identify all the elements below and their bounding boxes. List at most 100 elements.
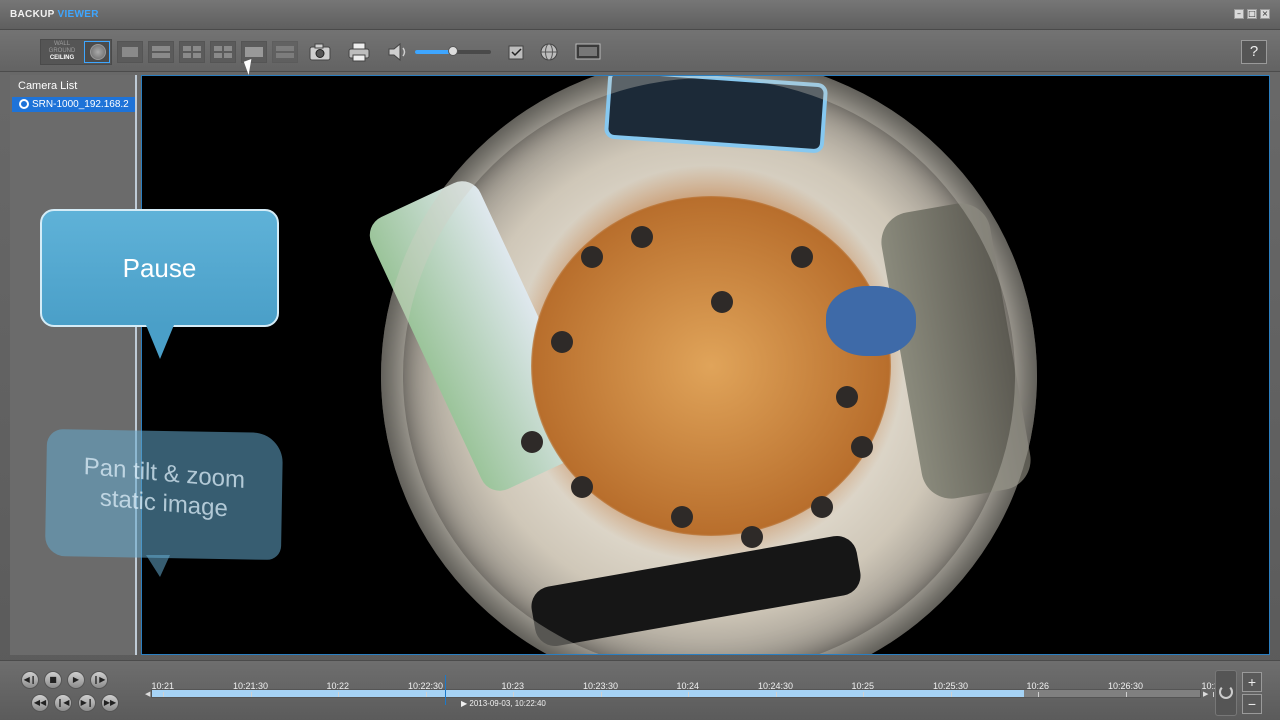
printer-icon <box>348 42 370 62</box>
layout-quad-alt-icon-part <box>224 46 232 51</box>
ptz-callout-tail <box>146 555 170 577</box>
title-bar: BACKUP VIEWER – □ × <box>0 0 1280 30</box>
app-title-main: BACKUP <box>10 9 55 20</box>
timeline-tick-label: 10:25:30 <box>933 681 969 691</box>
timeline-tick-mark <box>425 692 427 697</box>
layout-quad-icon-part <box>183 53 191 58</box>
stop-icon[interactable]: ■ <box>44 671 62 689</box>
layout-single-button[interactable] <box>117 41 143 63</box>
app-title: BACKUP VIEWER <box>10 9 99 20</box>
timeline-tick-mark <box>1038 692 1039 697</box>
timeline-tick-mark <box>1213 692 1214 697</box>
timeline-tick-label: 10:23:30 <box>583 681 619 691</box>
timeline-right-arrow-icon[interactable]: ▶ <box>1203 690 1208 698</box>
zoom-out-button[interactable]: − <box>1242 694 1262 714</box>
fast-forward-icon[interactable]: ▶▶ <box>101 694 119 712</box>
layout-dual-icon-part <box>152 53 170 58</box>
layout-double-panorama-icon <box>276 46 294 51</box>
layout-quad-button[interactable] <box>179 41 205 63</box>
print-button[interactable] <box>346 41 372 63</box>
dewarp-button[interactable] <box>536 41 562 63</box>
view-mode-selector[interactable]: WALL GROUND CEILING <box>40 39 112 65</box>
timeline-tick-label: 10:24:30 <box>758 681 794 691</box>
close-icon[interactable]: × <box>1260 9 1270 19</box>
timeline-current-time: ▶ 2013-09-03, 10:22:40 <box>461 699 546 708</box>
timeline-tick-label: 10:26 <box>1026 681 1050 691</box>
view-mode-ceiling[interactable]: CEILING <box>43 55 81 62</box>
ptz-callout: Pan tilt & zoom static image <box>44 428 284 561</box>
pause-callout-text: Pause <box>122 253 197 283</box>
timeline-left-arrow-icon[interactable]: ◀ <box>145 690 150 698</box>
timeline-tick-mark <box>950 692 952 697</box>
fullscreen-button[interactable] <box>574 41 602 63</box>
timeline-tick-mark <box>775 692 777 697</box>
timeline[interactable]: 10:21 10:21:30 10:22 10:22:30 10:23 10:23:30 1… <box>151 675 1224 711</box>
toolbar: WALL GROUND CEILING ? <box>0 30 1280 72</box>
layout-panorama-icon <box>245 47 263 57</box>
video-view[interactable] <box>141 75 1270 655</box>
step-back-icon[interactable]: ❙◀ <box>54 694 72 712</box>
minimize-icon[interactable]: – <box>1234 9 1244 19</box>
help-button[interactable]: ? <box>1241 40 1267 64</box>
timeline-tick-label: 10:24 <box>676 681 700 691</box>
fisheye-view-icon[interactable] <box>84 41 110 63</box>
view-mode-ground[interactable]: GROUND <box>43 48 81 55</box>
layout-dual-button[interactable] <box>148 41 174 63</box>
timeline-tick-label: 10:26:30 <box>1108 681 1144 691</box>
layout-double-panorama-icon-part <box>276 53 294 58</box>
volume-slider[interactable] <box>415 46 491 56</box>
view-mode-wall[interactable]: WALL <box>43 41 81 48</box>
layout-quad-icon-part <box>193 53 201 58</box>
rewind-icon[interactable]: ◀◀ <box>31 694 49 712</box>
timeline-tick-mark <box>163 692 164 697</box>
camera-list-item[interactable]: SRN-1000_192.168.2 <box>12 97 135 112</box>
globe-icon <box>540 43 558 61</box>
timeline-tick-mark <box>863 692 864 697</box>
camera-list-title: Camera List <box>18 80 78 92</box>
prev-icon[interactable]: ◀❙ <box>21 671 39 689</box>
camera-list-item-label: SRN-1000_192.168.2 <box>32 99 129 110</box>
layout-double-panorama-button[interactable] <box>272 41 298 63</box>
layout-quad-icon <box>183 46 191 51</box>
timeline-tick-label: 10:23 <box>501 681 525 691</box>
pause-callout-tail <box>146 325 174 359</box>
next-icon[interactable]: ❙▶ <box>90 671 108 689</box>
layout-single-icon <box>122 47 138 57</box>
snapshot-button[interactable] <box>307 41 333 63</box>
maximize-icon[interactable]: □ <box>1247 9 1257 19</box>
timeline-tick-label: 10:21 <box>151 681 175 691</box>
layout-panorama-button[interactable] <box>241 41 267 63</box>
timeline-tick-mark <box>513 692 514 697</box>
sync-button[interactable] <box>1215 670 1237 716</box>
camera-icon <box>19 99 29 109</box>
ptz-callout-text: Pan tilt & zoom static image <box>46 449 283 530</box>
playback-bar: ◀❙ ■ ▶ ❙▶ ◀◀ ❙◀ ▶❙ ▶▶ ◀ 10:21 10:21:30 10:… <box>0 660 1280 720</box>
timeline-tick-mark <box>250 692 252 697</box>
camera-icon <box>309 43 331 61</box>
timeline-tick-label: 10:22:30 <box>408 681 444 691</box>
step-forward-icon[interactable]: ▶❙ <box>78 694 96 712</box>
timeline-tick-mark <box>688 692 689 697</box>
timeline-current-time-value: 2013-09-03, 10:22:40 <box>469 699 546 708</box>
refresh-icon <box>1219 685 1233 699</box>
layout-dual-icon <box>152 46 170 51</box>
timeline-tick-label: 10:25 <box>851 681 875 691</box>
play-icon[interactable]: ▶ <box>67 671 85 689</box>
fisheye-lens-rim <box>381 76 1037 654</box>
timeline-tick-mark <box>600 692 602 697</box>
zoom-in-button[interactable]: + <box>1242 672 1262 692</box>
layout-quad-alt-button[interactable] <box>210 41 236 63</box>
layout-quad-icon-part <box>193 46 201 51</box>
timeline-recorded-fill <box>152 690 1024 697</box>
audio-button[interactable] <box>385 41 411 63</box>
camera-list-panel: Camera List SRN-1000_192.168.2 <box>10 75 137 655</box>
timeline-tick-mark <box>1125 692 1127 697</box>
app-title-accent: VIEWER <box>57 9 99 20</box>
layout-quad-alt-icon-part <box>214 53 222 58</box>
timeline-playhead[interactable] <box>445 675 446 705</box>
timeline-tick-label: 10:22 <box>326 681 350 691</box>
verify-icon <box>508 45 524 60</box>
volume-handle[interactable] <box>448 46 458 56</box>
speaker-icon <box>388 42 406 62</box>
verify-button[interactable] <box>503 41 529 63</box>
